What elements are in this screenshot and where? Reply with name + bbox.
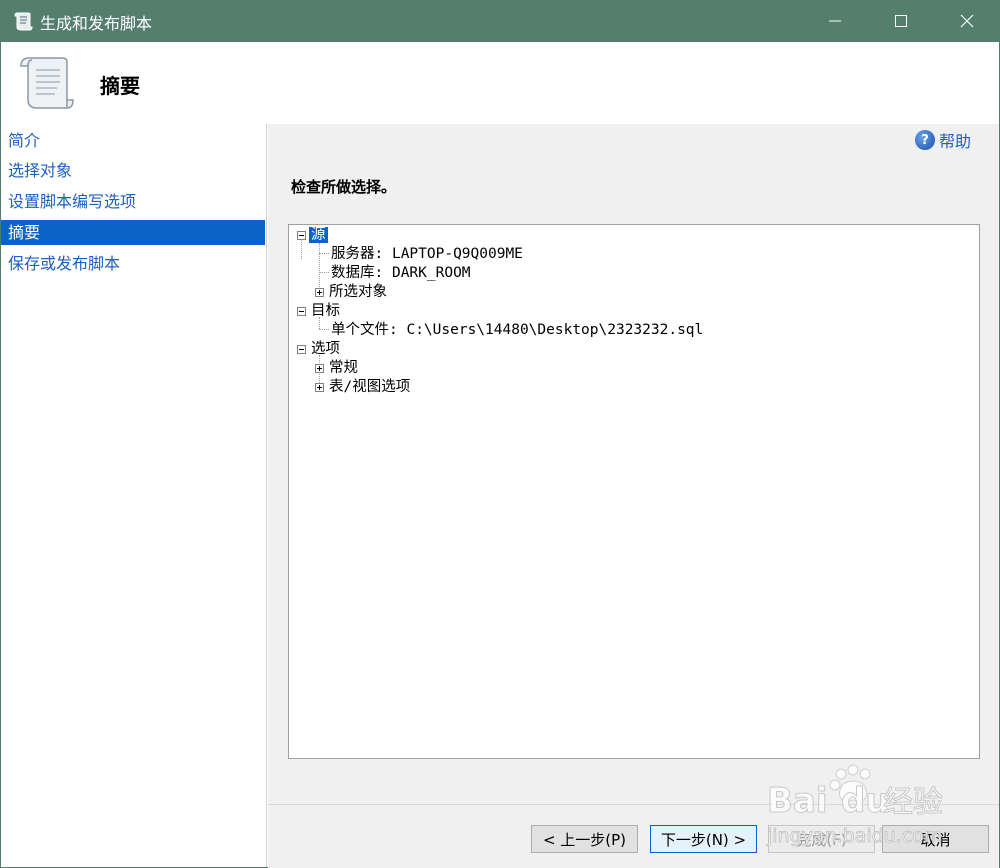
- tree-node-table-view-options-label: 表/视图选项: [329, 379, 411, 395]
- sidebar-item-scripting-options[interactable]: 设置脚本编写选项: [1, 189, 265, 214]
- minimize-button[interactable]: [802, 0, 868, 42]
- maximize-icon: [895, 15, 907, 27]
- window-title: 生成和发布脚本: [40, 14, 153, 33]
- help-label: 帮助: [938, 132, 971, 151]
- tree-node-options-label: 选项: [311, 341, 340, 357]
- main-panel: ? 帮助 检查所做选择。 源 服务器: LAPTOP-Q9Q009ME 数据库:…: [268, 124, 999, 804]
- tree-node-database[interactable]: 数据库: DARK_ROOM: [329, 264, 473, 282]
- tree-node-selected-objects-label: 所选对象: [329, 284, 387, 300]
- tree-node-single-file[interactable]: 单个文件: C:\Users\14480\Desktop\2323232.sql: [329, 321, 705, 339]
- tree-node-table-view-options[interactable]: 表/视图选项: [327, 378, 412, 396]
- finish-button[interactable]: 完成(F): [768, 825, 875, 853]
- minimize-icon: [829, 20, 841, 22]
- section-title: 检查所做选择。: [291, 178, 397, 196]
- tree-node-target[interactable]: 目标: [309, 302, 342, 320]
- collapse-target-toggle[interactable]: [297, 307, 306, 316]
- sidebar-item-save-or-publish[interactable]: 保存或发布脚本: [1, 251, 265, 276]
- tree-node-source[interactable]: 源: [309, 226, 328, 244]
- maximize-button[interactable]: [868, 0, 934, 42]
- page-title: 摘要: [100, 74, 140, 98]
- close-icon: [960, 14, 974, 28]
- page-header: 摘要: [1, 42, 999, 124]
- tree-node-server[interactable]: 服务器: LAPTOP-Q9Q009ME: [329, 245, 525, 263]
- tree-node-server-label: 服务器: LAPTOP-Q9Q009ME: [331, 246, 523, 262]
- tree-node-general-label: 常规: [329, 360, 358, 376]
- scroll-icon: [14, 12, 33, 31]
- help-icon: ?: [914, 130, 935, 150]
- help-link[interactable]: ? 帮助: [914, 128, 971, 152]
- cancel-button[interactable]: 取消: [882, 825, 989, 853]
- collapse-source-toggle[interactable]: [297, 231, 306, 240]
- sidebar: 简介 选择对象 设置脚本编写选项 摘要 保存或发布脚本: [1, 124, 267, 867]
- close-button[interactable]: [934, 0, 1000, 42]
- scroll-icon: [20, 57, 74, 109]
- tree-node-selected-objects[interactable]: 所选对象: [327, 283, 389, 301]
- expand-selected-objects-toggle[interactable]: [315, 288, 324, 297]
- tree-node-source-label: 源: [309, 227, 328, 243]
- previous-button[interactable]: < 上一步(P): [531, 825, 638, 853]
- tree-node-single-file-label: 单个文件: C:\Users\14480\Desktop\2323232.sql: [331, 322, 704, 338]
- expand-general-toggle[interactable]: [315, 364, 324, 373]
- tree-node-options[interactable]: 选项: [309, 340, 342, 358]
- button-bar: < 上一步(P) 下一步(N) > 完成(F) 取消: [268, 804, 999, 868]
- next-button[interactable]: 下一步(N) >: [650, 825, 757, 853]
- tree-node-database-label: 数据库: DARK_ROOM: [331, 265, 471, 281]
- expand-table-view-options-toggle[interactable]: [315, 383, 324, 392]
- sidebar-item-choose-objects[interactable]: 选择对象: [1, 158, 265, 183]
- summary-tree[interactable]: 源 服务器: LAPTOP-Q9Q009ME 数据库: DARK_ROOM 所选…: [288, 224, 980, 759]
- sidebar-item-summary[interactable]: 摘要: [1, 220, 265, 245]
- dialog-client: 摘要 简介 选择对象 设置脚本编写选项 摘要 保存或发布脚本 ? 帮助 检查所做…: [1, 42, 999, 868]
- collapse-options-toggle[interactable]: [297, 345, 306, 354]
- title-bar[interactable]: 生成和发布脚本: [0, 0, 1000, 42]
- sidebar-item-intro[interactable]: 简介: [1, 128, 265, 153]
- tree-node-general[interactable]: 常规: [327, 359, 360, 377]
- tree-node-target-label: 目标: [311, 303, 340, 319]
- window: 生成和发布脚本 摘要 简介 选择对象 设置脚本编写选项 摘要 保存或发布脚本 ?…: [0, 0, 1000, 868]
